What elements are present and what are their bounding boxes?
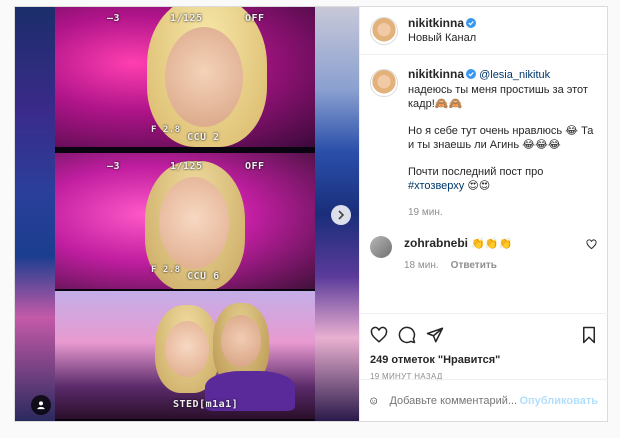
camera-tile-3: STED[m1a1] (55, 291, 315, 419)
comment-time[interactable]: 18 мин. (404, 260, 439, 271)
author-username[interactable]: nikitkinna (408, 16, 464, 30)
caption-author-avatar[interactable] (370, 69, 398, 97)
post-media[interactable]: –3 1/125 OFF F 2.8 CCU 2 –3 1/125 OFF F … (15, 7, 359, 421)
comment-input[interactable] (389, 394, 520, 407)
publish-button[interactable]: Опубликовать (519, 395, 598, 407)
post-header: nikitkinna Новый Канал (360, 7, 607, 55)
post-card: –3 1/125 OFF F 2.8 CCU 2 –3 1/125 OFF F … (14, 6, 608, 422)
left-side-strip (15, 7, 55, 421)
user-tag-icon (37, 401, 45, 410)
tile2-off: OFF (245, 161, 265, 172)
commenter-username[interactable]: zohrabnebi (404, 236, 468, 250)
next-slide-button[interactable] (331, 205, 351, 225)
emoji-icon[interactable] (370, 392, 378, 410)
tile1-fstop: F 2.8 (151, 125, 181, 135)
commenter-avatar[interactable] (370, 236, 392, 258)
action-bar: 249 отметок "Нравится" 19 МИНУТ НАЗАД (360, 313, 608, 381)
tile1-exposure: –3 (107, 13, 121, 24)
caption-time[interactable]: 19 мин. (408, 206, 597, 221)
post-details-panel: nikitkinna Новый Канал nikitkinna @lesia… (359, 7, 608, 421)
comment-heart-icon[interactable] (586, 239, 597, 250)
comments-section: nikitkinna @lesia_nikituk надеюсь ты мен… (360, 55, 607, 271)
tile3-camera-label: STED[m1a1] (173, 399, 239, 410)
tile1-camera-label: CCU 2 (187, 132, 220, 143)
caption-text-1: надеюсь ты меня простишь за этот кадр!🙈🙈 (408, 83, 588, 111)
caption-text-3: Почти последний пост про (408, 165, 544, 178)
user-tag-button[interactable] (31, 395, 51, 415)
tile2-fstop: F 2.8 (151, 265, 181, 275)
heart-icon[interactable] (370, 326, 388, 344)
caption: nikitkinna @lesia_nikituk надеюсь ты мен… (370, 67, 597, 220)
author-avatar[interactable] (370, 16, 398, 45)
verified-icon (466, 18, 477, 28)
tile2-camera-label: CCU 6 (187, 271, 220, 282)
add-comment-bar: Опубликовать (360, 379, 608, 421)
camera-tile-1: –3 1/125 OFF F 2.8 CCU 2 (55, 7, 315, 147)
comment-text: 👏👏👏 (468, 238, 513, 250)
bookmark-icon[interactable] (580, 326, 598, 344)
tile1-off: OFF (245, 13, 265, 24)
comment-item: zohrabnebi 👏👏👏 18 мин. Ответить (370, 236, 597, 271)
comment-icon[interactable] (398, 326, 416, 344)
chevron-right-icon (338, 210, 345, 220)
tile1-shutter: 1/125 (170, 13, 203, 24)
share-icon[interactable] (426, 326, 444, 344)
caption-author-username[interactable]: nikitkinna (408, 67, 464, 81)
mention-link[interactable]: @lesia_nikituk (479, 69, 550, 81)
tile2-shutter: 1/125 (170, 161, 203, 172)
hashtag-link[interactable]: #хтозверху (408, 180, 464, 192)
camera-tile-2: –3 1/125 OFF F 2.8 CCU 6 (55, 153, 315, 289)
caption-emoji: 😍😍 (464, 180, 491, 192)
verified-icon (466, 69, 477, 79)
reply-button[interactable]: Ответить (451, 260, 497, 271)
caption-text-2: Но я себе тут очень нравлюсь 😂 Та и ты з… (408, 124, 594, 152)
likes-count[interactable]: 249 отметок "Нравится" (370, 354, 598, 366)
tile2-exposure: –3 (107, 161, 121, 172)
post-location[interactable]: Новый Канал (408, 31, 476, 46)
